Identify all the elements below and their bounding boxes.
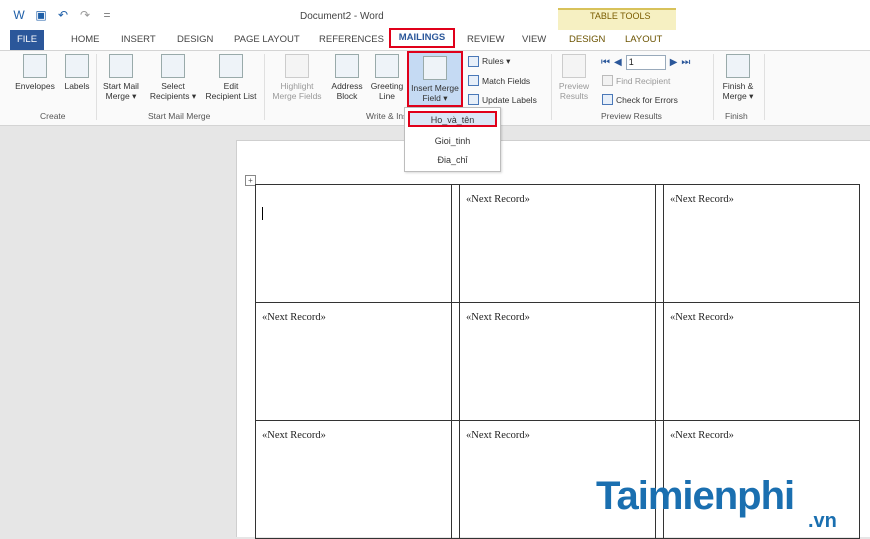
label-gap	[655, 184, 664, 303]
update-labels-icon	[468, 94, 479, 105]
workspace-background	[0, 126, 236, 536]
merge-field-ho-va-ten[interactable]: Ho_và_tên	[408, 111, 497, 127]
watermark-logo: Taimienphi	[596, 474, 795, 518]
envelope-icon	[23, 54, 47, 78]
select-recipients-button[interactable]: Select Recipients ▾	[146, 54, 200, 101]
next-record-field: «Next Record»	[466, 430, 530, 441]
preview-results-button[interactable]: Preview Results	[554, 54, 594, 101]
table-tools-label: TABLE TOOLS	[590, 11, 651, 21]
merge-field-gioi-tinh[interactable]: Gioi_tinh	[405, 132, 500, 150]
ribbon-tabs: FILE HOME INSERT DESIGN PAGE LAYOUT REFE…	[0, 28, 870, 51]
find-recipient-button[interactable]: Find Recipient	[602, 75, 670, 86]
find-icon	[602, 75, 613, 86]
address-block-icon	[335, 54, 359, 78]
next-record-field: «Next Record»	[670, 430, 734, 441]
window-title: Document2 - Word	[300, 11, 384, 22]
check-errors-icon	[602, 94, 613, 105]
next-record-field: «Next Record»	[262, 430, 326, 441]
group-divider	[96, 54, 97, 120]
tab-references[interactable]: REFERENCES	[319, 34, 384, 45]
preview-icon	[562, 54, 586, 78]
record-navigation: ⏮ ◀ 1 ▶ ⏭	[601, 55, 690, 70]
tab-review[interactable]: REVIEW	[467, 34, 504, 45]
insert-merge-field-button[interactable]: Insert Merge Field ▾	[407, 51, 463, 107]
label-cell[interactable]: «Next Record»	[663, 184, 860, 303]
group-preview-results: Preview Results	[601, 111, 662, 121]
start-mail-merge-button[interactable]: Start Mail Merge ▾	[100, 54, 142, 101]
title-bar: W ▣ ↶ ↷ = Document2 - Word TABLE TOOLS	[0, 0, 870, 30]
labels-button[interactable]: Labels	[62, 54, 92, 91]
first-record-icon[interactable]: ⏮	[601, 57, 610, 68]
address-block-button[interactable]: Address Block	[327, 54, 367, 101]
group-start-mail-merge: Start Mail Merge	[148, 111, 211, 121]
label-cell[interactable]: «Next Record»	[459, 302, 656, 421]
quick-access-toolbar: W ▣ ↶ ↷ =	[12, 8, 114, 22]
match-fields-icon	[468, 75, 479, 86]
highlight-icon	[285, 54, 309, 78]
edit-list-icon	[219, 54, 243, 78]
redo-icon[interactable]: ↷	[78, 8, 92, 22]
label-gap	[451, 420, 460, 539]
check-errors-button[interactable]: Check for Errors	[602, 94, 678, 105]
next-record-field: «Next Record»	[466, 194, 530, 205]
last-record-icon[interactable]: ⏭	[681, 57, 690, 68]
match-fields-button[interactable]: Match Fields	[468, 75, 530, 86]
tab-insert[interactable]: INSERT	[121, 34, 156, 45]
label-cell[interactable]: «Next Record»	[663, 302, 860, 421]
label-cell[interactable]: «Next Record»	[255, 302, 452, 421]
previous-record-icon[interactable]: ◀	[614, 57, 622, 68]
group-divider	[713, 54, 714, 120]
finish-merge-button[interactable]: Finish & Merge ▾	[716, 54, 760, 101]
next-record-field: «Next Record»	[670, 312, 734, 323]
tab-table-design[interactable]: DESIGN	[569, 34, 605, 45]
record-number-field[interactable]: 1	[625, 55, 666, 70]
group-create: Create	[40, 111, 66, 121]
start-merge-icon	[109, 54, 133, 78]
text-cursor	[262, 207, 263, 220]
tab-file[interactable]: FILE	[10, 30, 44, 50]
edit-recipient-list-button[interactable]: Edit Recipient List	[202, 54, 260, 101]
group-divider	[764, 54, 765, 120]
save-icon[interactable]: ▣	[34, 8, 48, 22]
label-gap	[451, 302, 460, 421]
watermark-suffix: .vn	[808, 510, 837, 532]
merge-field-dropdown: Ho_và_tên Gioi_tinh Đia_chỉ	[404, 107, 501, 172]
rules-icon	[468, 56, 479, 67]
group-finish: Finish	[725, 111, 748, 121]
tab-view[interactable]: VIEW	[522, 34, 546, 45]
tab-table-layout[interactable]: LAYOUT	[625, 34, 662, 45]
label-cell[interactable]	[255, 184, 452, 303]
update-labels-button[interactable]: Update Labels	[468, 94, 537, 105]
envelopes-button[interactable]: Envelopes	[12, 54, 58, 91]
merge-field-icon	[423, 56, 447, 80]
merge-field-dia-chi[interactable]: Đia_chỉ	[405, 151, 500, 169]
next-record-field: «Next Record»	[670, 194, 734, 205]
greeting-line-button[interactable]: Greeting Line	[367, 54, 407, 101]
next-record-icon[interactable]: ▶	[670, 57, 678, 68]
finish-icon	[726, 54, 750, 78]
group-divider	[551, 54, 552, 120]
tab-design[interactable]: DESIGN	[177, 34, 213, 45]
recipients-icon	[161, 54, 185, 78]
label-cell[interactable]: «Next Record»	[459, 184, 656, 303]
next-record-field: «Next Record»	[262, 312, 326, 323]
label-cell[interactable]: «Next Record»	[255, 420, 452, 539]
rules-button[interactable]: Rules ▾	[468, 56, 510, 67]
greeting-icon	[375, 54, 399, 78]
undo-icon[interactable]: ↶	[56, 8, 70, 22]
customize-icon[interactable]: =	[100, 8, 114, 22]
tab-mailings[interactable]: MAILINGS	[389, 28, 455, 48]
tab-page-layout[interactable]: PAGE LAYOUT	[234, 34, 300, 45]
word-icon[interactable]: W	[12, 8, 26, 22]
label-gap	[655, 302, 664, 421]
labels-icon	[65, 54, 89, 78]
group-divider	[264, 54, 265, 120]
label-gap	[451, 184, 460, 303]
highlight-merge-fields-button[interactable]: Highlight Merge Fields	[268, 54, 326, 101]
next-record-field: «Next Record»	[466, 312, 530, 323]
tab-home[interactable]: HOME	[71, 34, 100, 45]
